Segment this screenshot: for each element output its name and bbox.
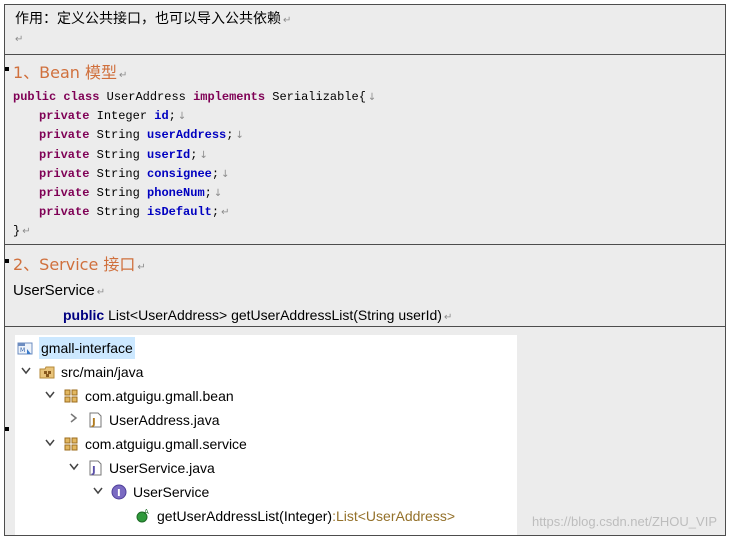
java-interface-file-icon: J [87,460,103,476]
package-icon [63,436,79,452]
file-useraddress-label: UserAddress.java [109,412,220,428]
method-label: getUserAddressList(Integer) [157,508,333,524]
package-explorer: M gmall-interface src/main/java com.atgu… [15,335,517,535]
svg-text:J: J [91,417,96,428]
code-line-field: private String consignee; ↓ [39,166,230,181]
bullet-icon [5,427,9,431]
package-icon [63,388,79,404]
bean-code: public class UserAddress implements Seri… [13,88,725,242]
project-label: gmall-interface [39,337,135,359]
paragraph-mark: ↵ [283,15,292,26]
intro-text: 作用：定义公共接口，也可以导入公共依赖 [15,11,281,27]
package-service-label: com.atguigu.gmall.service [85,436,247,452]
intro-paragraph: 作用：定义公共接口，也可以导入公共依赖 ↵ [15,9,725,29]
paragraph-mark: ↵ [119,70,128,81]
tree-item-file-useraddress[interactable]: J UserAddress.java [67,409,220,431]
tree-item-method[interactable]: A getUserAddressList(Integer) : List<Use… [135,505,455,527]
bullet-icon [5,67,9,71]
svg-text:M: M [20,347,25,354]
interface-icon: I [111,484,127,500]
tree-cell: M gmall-interface src/main/java com.atgu… [4,326,726,536]
interface-label: UserService [133,484,210,500]
package-bean-label: com.atguigu.gmall.bean [85,388,234,404]
code-line-field: private String userId; ↓ [39,147,208,162]
svg-text:A: A [144,508,149,516]
paragraph-mark: ↵ [137,262,146,273]
chevron-down-icon[interactable] [43,385,57,407]
intro-cell: 作用：定义公共接口，也可以导入公共依赖 ↵ ↵ [4,4,726,54]
watermark: https://blog.csdn.net/ZHOU_VIP [532,514,717,529]
svg-text:J: J [91,465,96,476]
chevron-down-icon[interactable] [67,457,81,479]
code-line-field: private String userAddress; ↓ [39,128,244,143]
tree-item-project[interactable]: M gmall-interface [17,337,135,359]
service-cell: 2、Service 接口 ↵ UserService ↵ public List<U… [4,244,726,326]
src-folder-label: src/main/java [61,364,144,380]
code-line-field: private String isDefault; ↵ [39,205,230,220]
tree-item-src-folder[interactable]: src/main/java [19,361,143,383]
chevron-down-icon[interactable] [43,433,57,455]
source-folder-icon [39,364,55,380]
code-line-field: private String phoneNum; ↓ [39,185,223,200]
tree-item-file-userservice[interactable]: J UserService.java [67,457,215,479]
service-name: UserService ↵ [13,282,106,299]
project-icon: M [17,340,33,356]
code-line-field: private Integer id; ↓ [39,109,187,124]
document: 作用：定义公共接口，也可以导入公共依赖 ↵ ↵ 1、Bean 模型 ↵ public… [4,4,726,536]
java-file-icon: J [87,412,103,428]
method-return-type: List<UserAddress> [335,508,456,524]
code-line-close: } ↵ [13,224,31,239]
code-line-class: public class UserAddress implements Seri… [13,90,377,104]
abstract-method-icon: A [135,508,151,524]
chevron-right-icon[interactable] [67,409,81,431]
tree-item-package-service[interactable]: com.atguigu.gmall.service [43,433,247,455]
file-userservice-label: UserService.java [109,460,215,476]
bullet-icon [5,259,9,263]
chevron-down-icon[interactable] [91,481,105,503]
chevron-down-icon[interactable] [19,361,33,383]
tree-item-package-bean[interactable]: com.atguigu.gmall.bean [43,385,234,407]
empty-paragraph-mark: ↵ [15,34,24,45]
service-method: public List<UserAddress> getUserAddressL… [63,307,453,323]
service-heading-text: 2、Service 接口 [13,255,136,274]
bean-heading: 1、Bean 模型 ↵ [13,61,725,85]
tree-item-interface[interactable]: I UserService [91,481,209,503]
bean-cell: 1、Bean 模型 ↵ public class UserAddress impl… [4,54,726,244]
svg-text:I: I [117,488,121,499]
service-heading: 2、Service 接口 ↵ [13,253,725,277]
bean-heading-text: 1、Bean 模型 [13,63,118,82]
